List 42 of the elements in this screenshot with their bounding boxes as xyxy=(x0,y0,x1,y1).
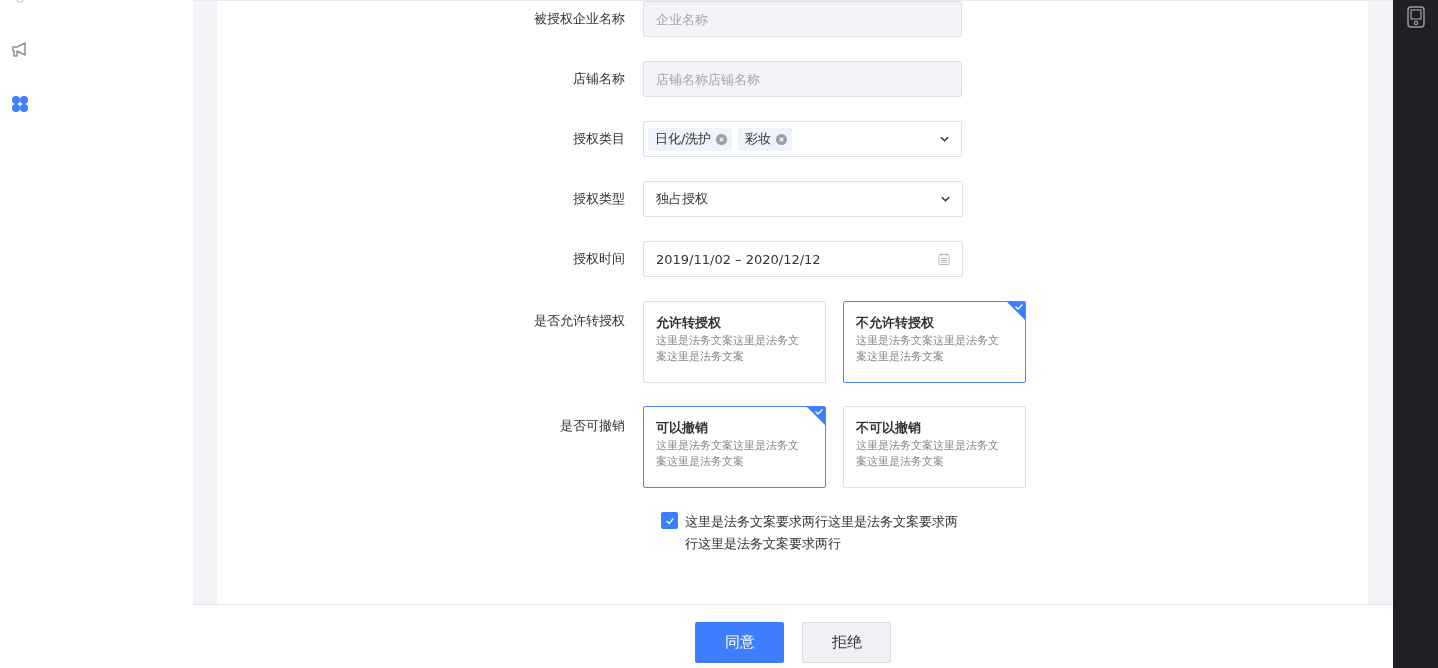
remove-icon[interactable] xyxy=(716,133,728,145)
field-label: 是否允许转授权 xyxy=(533,312,626,330)
check-corner-icon xyxy=(807,407,825,425)
caret-icon xyxy=(940,136,949,142)
field-label: 是否可撤销 xyxy=(559,417,626,435)
agree-button[interactable]: 同意 xyxy=(695,622,784,663)
reject-button[interactable]: 拒绝 xyxy=(802,622,891,663)
date-range-value: 2019/11/02 – 2020/12/12 xyxy=(656,251,821,267)
checkbox[interactable] xyxy=(661,512,678,529)
grid-icon[interactable] xyxy=(10,94,30,114)
field-label: 授权时间 xyxy=(572,250,626,268)
option-card[interactable]: 不可以撤销 这里是法务文案这里是法务文案这里是法务文案 xyxy=(843,406,1026,488)
caret-icon xyxy=(941,196,950,202)
multi-select[interactable]: 日化/洗护 彩妆 xyxy=(643,121,962,157)
phone-icon[interactable] xyxy=(1406,6,1425,28)
dropdown-value: 独占授权 xyxy=(656,190,708,208)
check-icon xyxy=(664,515,675,526)
option-description: 这里是法务文案这里是法务文案这里是法务文案 xyxy=(656,438,800,470)
option-title: 不允许转授权 xyxy=(856,314,935,332)
agreement-text: 这里是法务文案要求两行这里是法务文案要求两行这里是法务文案要求两行 xyxy=(685,513,959,553)
tag-chip[interactable]: 日化/洗护 xyxy=(648,127,733,151)
option-card[interactable]: 可以撤销 这里是法务文案这里是法务文案这里是法务文案 xyxy=(643,406,826,488)
calendar-icon xyxy=(938,253,950,265)
field-label: 授权类目 xyxy=(572,130,626,148)
date-range-field[interactable]: 2019/11/02 – 2020/12/12 xyxy=(643,241,963,277)
check-corner-icon xyxy=(1007,302,1025,320)
option-card[interactable]: 允许转授权 这里是法务文案这里是法务文案这里是法务文案 xyxy=(643,301,826,383)
tag-chip[interactable]: 彩妆 xyxy=(738,127,793,151)
field-label: 被授权企业名称 xyxy=(533,10,626,28)
option-title: 可以撤销 xyxy=(656,419,709,437)
option-title: 不可以撤销 xyxy=(856,419,922,437)
option-card[interactable]: 不允许转授权 这里是法务文案这里是法务文案这里是法务文案 xyxy=(843,301,1026,383)
field-label: 授权类型 xyxy=(572,190,626,208)
option-title: 允许转授权 xyxy=(656,314,722,332)
tag-label: 日化/洗护 xyxy=(655,130,712,148)
tag-label: 彩妆 xyxy=(745,130,772,148)
field-label: 店铺名称 xyxy=(572,70,626,88)
option-description: 这里是法务文案这里是法务文案这里是法务文案 xyxy=(656,333,800,365)
option-description: 这里是法务文案这里是法务文案这里是法务文案 xyxy=(856,333,1000,365)
option-description: 这里是法务文案这里是法务文案这里是法务文案 xyxy=(856,438,1000,470)
dropdown[interactable]: 独占授权 xyxy=(643,181,963,217)
remove-icon[interactable] xyxy=(776,133,788,145)
